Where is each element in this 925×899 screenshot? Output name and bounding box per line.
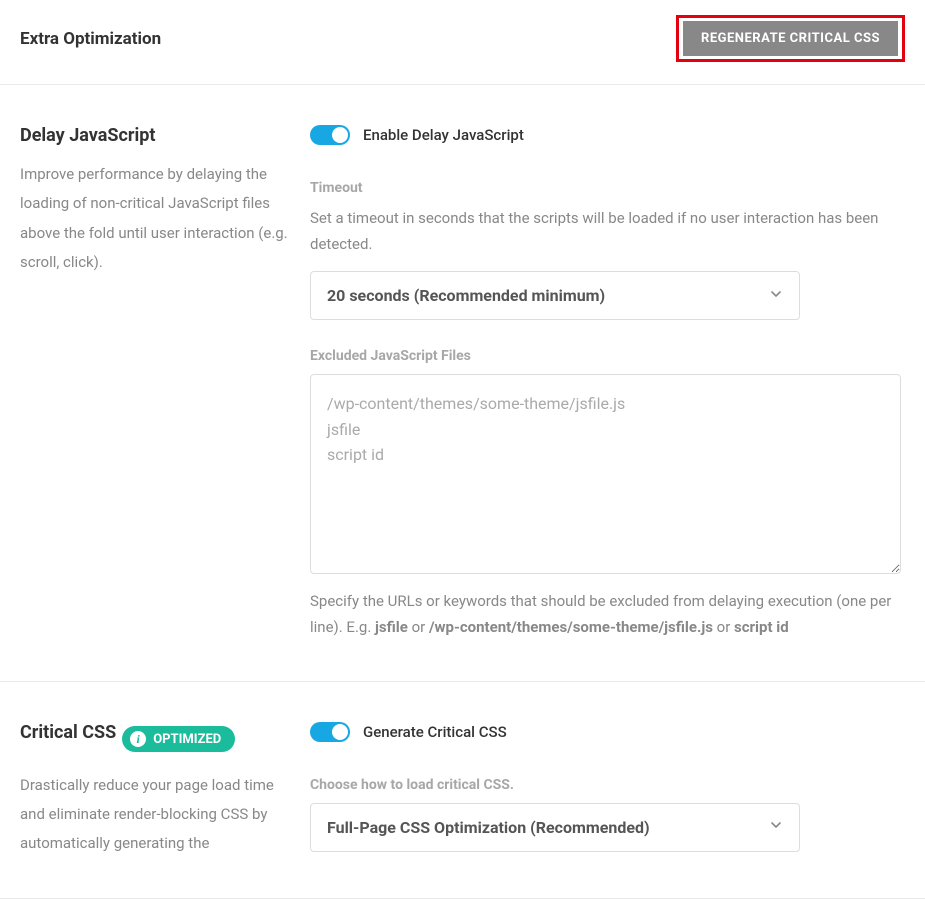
section-title: Delay JavaScript — [20, 125, 155, 146]
load-critical-css-label: Choose how to load critical CSS. — [310, 777, 905, 793]
section-content: Generate Critical CSS Choose how to load… — [310, 722, 905, 859]
excluded-files-label: Excluded JavaScript Files — [310, 348, 905, 364]
delay-javascript-section: Delay JavaScript Improve performance by … — [0, 85, 925, 682]
chevron-down-icon — [771, 822, 781, 832]
help-bold: script id — [734, 618, 789, 636]
load-critical-css-select[interactable]: Full-Page CSS Optimization (Recommended) — [310, 803, 800, 852]
info-icon: i — [130, 731, 146, 747]
regenerate-critical-css-button[interactable]: REGENERATE CRITICAL CSS — [683, 21, 898, 56]
generate-critical-css-row: Generate Critical CSS — [310, 722, 905, 742]
help-text: or — [408, 618, 429, 636]
generate-critical-css-label: Generate Critical CSS — [363, 723, 507, 741]
toggle-knob — [332, 127, 348, 143]
chevron-down-icon — [771, 291, 781, 301]
excluded-files-help: Specify the URLs or keywords that should… — [310, 588, 905, 641]
help-bold: /wp-content/themes/some-theme/jsfile.js — [429, 618, 713, 636]
enable-delay-js-row: Enable Delay JavaScript — [310, 125, 905, 145]
timeout-description: Set a timeout in seconds that the script… — [310, 206, 905, 257]
section-sidebar: Critical CSS i OPTIMIZED Drastically red… — [20, 722, 290, 859]
timeout-select[interactable]: 20 seconds (Recommended minimum) — [310, 271, 800, 320]
section-content: Enable Delay JavaScript Timeout Set a ti… — [310, 125, 905, 641]
section-sidebar: Delay JavaScript Improve performance by … — [20, 125, 290, 641]
enable-delay-js-toggle[interactable] — [310, 125, 350, 145]
toggle-knob — [332, 724, 348, 740]
timeout-selected-value: 20 seconds (Recommended minimum) — [327, 286, 605, 305]
help-bold: jsfile — [375, 618, 408, 636]
load-critical-css-selected-value: Full-Page CSS Optimization (Recommended) — [327, 818, 650, 837]
page-header: Extra Optimization REGENERATE CRITICAL C… — [0, 0, 925, 85]
page-title: Extra Optimization — [20, 29, 161, 49]
section-title: Critical CSS — [20, 722, 116, 743]
timeout-label: Timeout — [310, 180, 905, 196]
badge-label: OPTIMIZED — [153, 732, 221, 747]
section-description: Improve performance by delaying the load… — [20, 160, 290, 277]
enable-delay-js-label: Enable Delay JavaScript — [363, 126, 524, 144]
section-description: Drastically reduce your page load time a… — [20, 771, 290, 859]
critical-css-section: Critical CSS i OPTIMIZED Drastically red… — [0, 682, 925, 899]
generate-critical-css-toggle[interactable] — [310, 722, 350, 742]
help-text: or — [713, 618, 734, 636]
excluded-files-textarea[interactable] — [310, 374, 901, 574]
regenerate-highlight: REGENERATE CRITICAL CSS — [676, 15, 905, 62]
optimized-badge: i OPTIMIZED — [122, 726, 235, 752]
